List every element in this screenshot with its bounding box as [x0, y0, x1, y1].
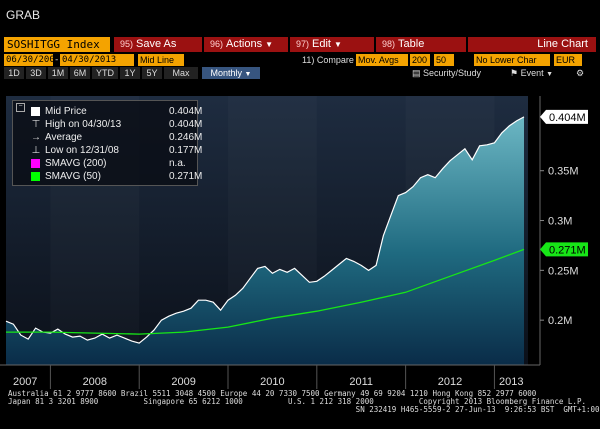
- legend-swatch: [31, 107, 40, 116]
- legend-value: 0.271M: [169, 171, 203, 182]
- high-marker-icon: ⊤: [31, 119, 41, 130]
- avg1-field[interactable]: 200: [410, 54, 430, 66]
- edit-button[interactable]: 97) Edit ▼: [290, 37, 374, 52]
- legend-value: n.a.: [169, 158, 186, 169]
- last-sma-tag-text: 0.271M: [549, 244, 586, 256]
- period-ytd-button[interactable]: YTD: [92, 67, 118, 79]
- chevron-down-icon: ▼: [265, 40, 274, 49]
- save-as-shortcut: 95): [120, 39, 134, 49]
- period-1d-button[interactable]: 1D: [4, 67, 24, 79]
- x-tick-label: 2012: [438, 376, 462, 388]
- avg2-field[interactable]: 50: [434, 54, 454, 66]
- legend-collapse-icon[interactable]: −: [16, 103, 25, 112]
- currency-select[interactable]: EUR: [554, 54, 582, 66]
- security-study-button[interactable]: ▤ Security/Study: [412, 67, 481, 79]
- footer-contacts: Australia 61 2 9777 8600 Brazil 5511 304…: [8, 389, 600, 415]
- edit-label: Edit: [312, 38, 331, 50]
- chevron-down-icon: ▼: [244, 71, 252, 78]
- x-tick-label: 2011: [349, 376, 373, 388]
- date-to-field[interactable]: 04/30/2013: [60, 54, 134, 66]
- legend-row: SMAVG (200) n.a.: [31, 157, 193, 170]
- window-title: GRAB: [6, 8, 41, 22]
- legend-value: 0.404M: [169, 119, 203, 130]
- command-bar: SOSHITGG Index 95) Save As 96) Actions ▼ 9…: [4, 37, 596, 52]
- compare-label[interactable]: 11) Compare: [302, 54, 354, 66]
- x-tick-label: 2013: [499, 376, 523, 388]
- legend-row: Mid Price 0.404M: [31, 105, 202, 118]
- actions-shortcut: 96): [210, 39, 224, 49]
- last-sma-tag: 0.271M: [540, 242, 588, 257]
- period-row: 1D 3D 1M 6M YTD 1Y 5Y Max Monthly ▼ ▤ Se…: [4, 67, 596, 79]
- period-1m-button[interactable]: 1M: [48, 67, 68, 79]
- table-shortcut: 98): [382, 39, 396, 49]
- legend-row: ⊤ High on 04/30/13 0.404M: [31, 118, 203, 131]
- legend-row: ⊥ Low on 12/31/08 0.177M: [31, 144, 203, 157]
- y-axis: 0.35M 0.3M 0.25M 0.2M: [539, 96, 579, 365]
- legend-label: SMAVG (50): [45, 171, 101, 182]
- event-label: Event: [520, 68, 544, 78]
- legend-swatch: [31, 172, 40, 181]
- frequency-select[interactable]: Monthly ▼: [202, 67, 260, 79]
- chart-type-label: Line Chart: [468, 37, 596, 52]
- x-axis: 2007 2008 2009 2010 2011 2012 2013: [0, 364, 540, 389]
- average-marker-icon: →: [31, 132, 41, 143]
- table-label: Table: [398, 38, 425, 50]
- controls-row: 06/30/2007 - 04/30/2013 Mid Line 11) Com…: [4, 54, 596, 66]
- chevron-down-icon: ▼: [546, 71, 554, 78]
- security-study-label: Security/Study: [423, 68, 482, 78]
- event-button[interactable]: ⚑ Event ▼: [510, 67, 553, 81]
- flag-icon: ⚑: [510, 68, 519, 78]
- period-max-button[interactable]: Max: [164, 67, 198, 79]
- last-value-tags: 0.404M 0.271M: [540, 109, 588, 257]
- date-from-field[interactable]: 06/30/2007: [4, 54, 60, 66]
- footer-line-3: SN 232419 H465-5559-2 27-Jun-13 9:26:53 …: [8, 405, 600, 415]
- date-separator: -: [54, 55, 60, 65]
- x-tick-label: 2008: [83, 376, 107, 388]
- compare-mode-select[interactable]: Mov. Avgs: [356, 54, 408, 66]
- y-tick-label: 0.3M: [548, 216, 572, 228]
- legend-label: High on 04/30/13: [45, 119, 122, 130]
- legend-row: SMAVG (50) 0.271M: [31, 170, 202, 183]
- lower-chart-select[interactable]: No Lower Char: [474, 54, 550, 66]
- x-tick-label: 2009: [171, 376, 195, 388]
- period-1y-button[interactable]: 1Y: [120, 67, 140, 79]
- last-price-tag: 0.404M: [540, 109, 588, 124]
- legend-label: Average: [45, 132, 83, 143]
- legend-value: 0.246M: [169, 132, 203, 143]
- legend[interactable]: − Mid Price 0.404M ⊤ High on 04/30/13 0.404M…: [12, 100, 203, 186]
- save-as-button[interactable]: 95) Save As: [114, 37, 202, 52]
- mode-select[interactable]: Mid Line: [138, 54, 184, 66]
- x-tick-label: 2007: [13, 376, 37, 388]
- table-button[interactable]: 98) Table: [376, 37, 466, 52]
- legend-label: Mid Price: [45, 106, 87, 117]
- legend-value: 0.404M: [169, 106, 203, 117]
- legend-label: SMAVG (200): [45, 158, 107, 169]
- legend-swatch: [31, 159, 40, 168]
- period-3d-button[interactable]: 3D: [26, 67, 46, 79]
- y-tick-label: 0.2M: [548, 315, 572, 327]
- frequency-label: Monthly: [210, 68, 243, 78]
- low-marker-icon: ⊥: [31, 145, 41, 156]
- period-5y-button[interactable]: 5Y: [142, 67, 162, 79]
- settings-icon[interactable]: ⚙: [576, 67, 584, 79]
- actions-label: Actions: [226, 38, 263, 50]
- save-as-label: Save As: [136, 38, 177, 50]
- y-tick-label: 0.25M: [548, 265, 579, 277]
- legend-label: Low on 12/31/08: [45, 145, 119, 156]
- x-tick-label: 2010: [260, 376, 284, 388]
- legend-row: → Average 0.246M: [31, 131, 202, 144]
- actions-button[interactable]: 96) Actions ▼: [204, 37, 288, 52]
- edit-shortcut: 97): [296, 39, 310, 49]
- y-tick-label: 0.35M: [548, 166, 579, 178]
- chevron-down-icon: ▼: [334, 40, 342, 49]
- period-6m-button[interactable]: 6M: [70, 67, 90, 79]
- legend-value: 0.177M: [169, 145, 203, 156]
- chart-icon: ▤: [412, 68, 421, 78]
- last-price-tag-text: 0.404M: [549, 112, 586, 124]
- ticker-field[interactable]: SOSHITGG Index: [4, 37, 110, 52]
